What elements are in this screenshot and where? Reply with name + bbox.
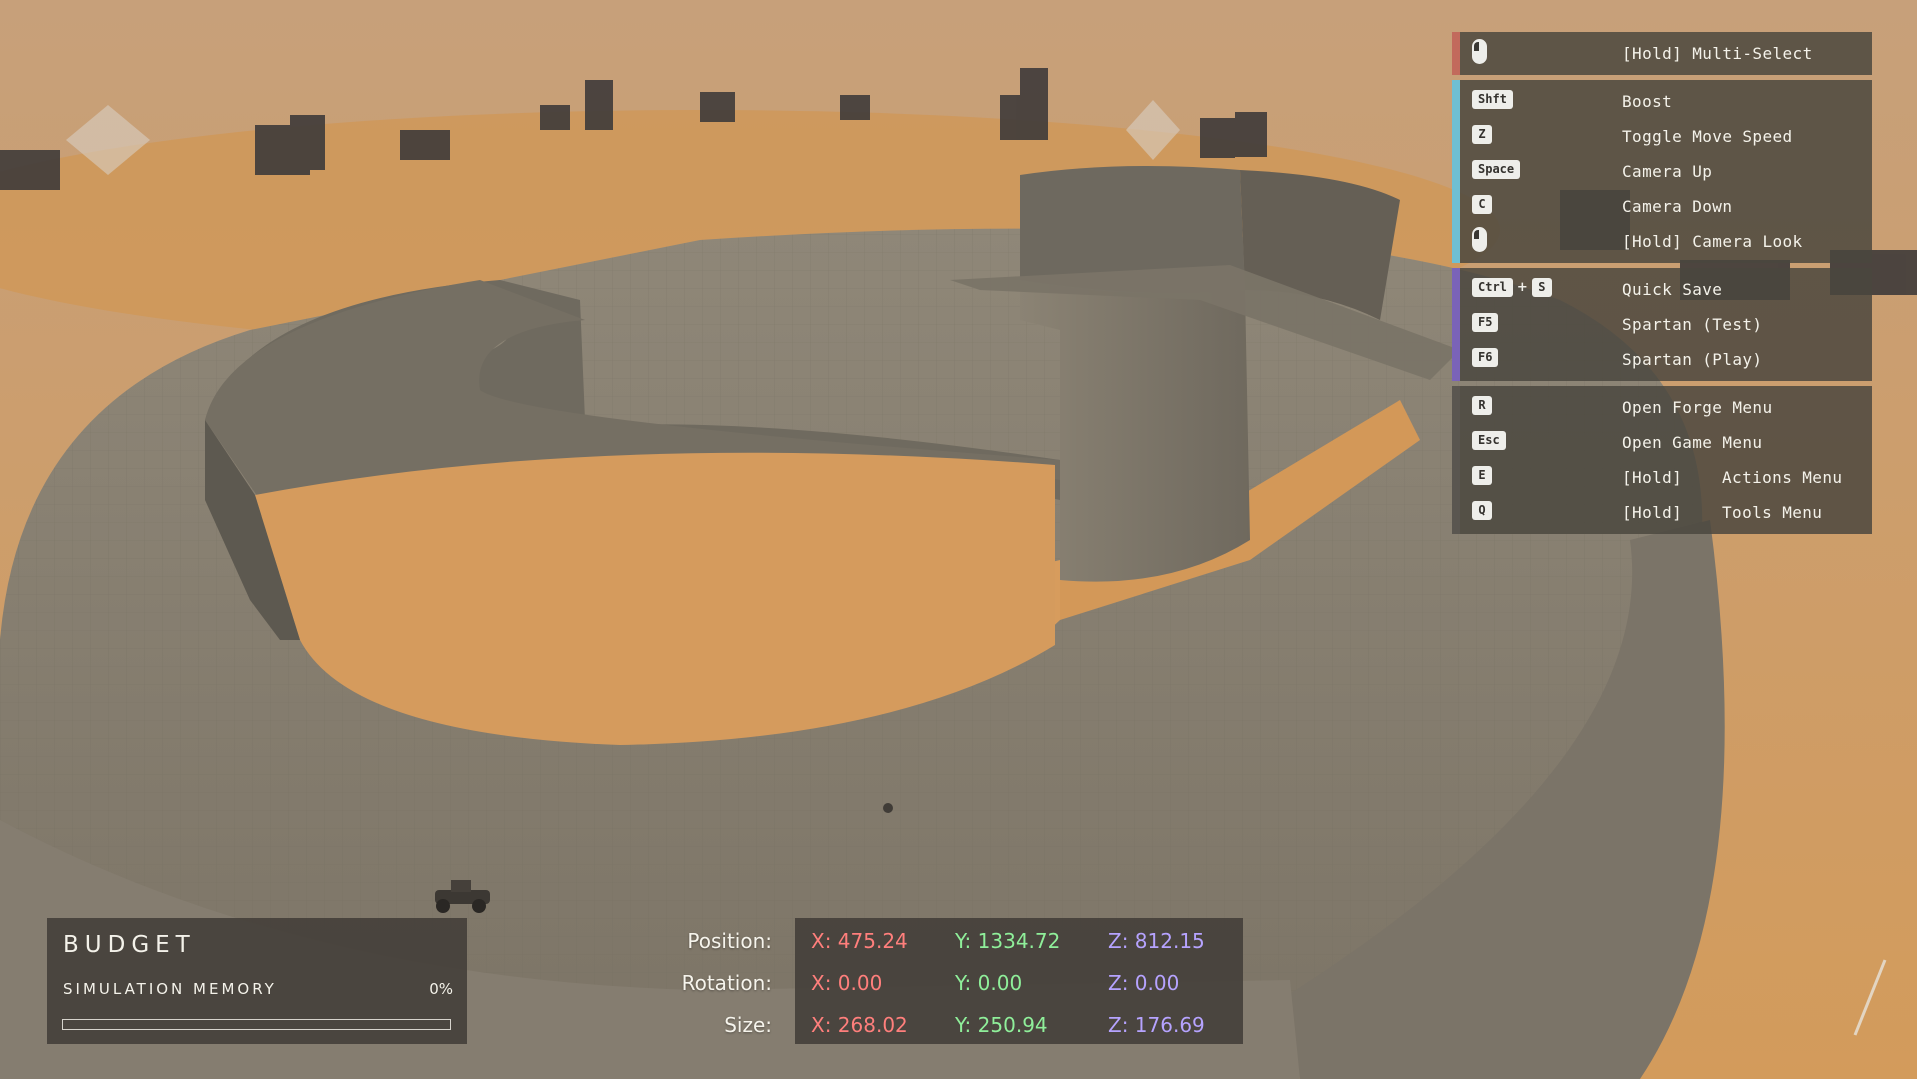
keybinding-action-label: [Hold] xyxy=(1622,468,1683,487)
keybinding-action-label: [Hold] xyxy=(1622,503,1683,522)
keybinding-row: Q [Hold] Tools Menu xyxy=(1452,495,1872,530)
rotation-x: X: 0.00 xyxy=(811,971,883,995)
key-combo xyxy=(1472,39,1487,64)
keybinding-row: F5 Spartan (Test) xyxy=(1452,307,1872,342)
keybinding-hints-panel: [Hold] Multi-Select Shft Boost Z Toggle Move… xyxy=(1452,32,1872,539)
size-y: Y: 250.94 xyxy=(955,1013,1048,1037)
position-y: Y: 1334.72 xyxy=(955,929,1061,953)
key-combo: Shft xyxy=(1472,90,1513,109)
keybinding-group: Shft Boost Z Toggle Move Speed Space Camera U… xyxy=(1452,80,1872,263)
keybinding-row: Z Toggle Move Speed xyxy=(1452,119,1872,154)
spartan-marker-icon xyxy=(883,803,893,813)
key-cap: Space xyxy=(1472,160,1521,179)
keybinding-group: [Hold] Multi-Select xyxy=(1452,32,1872,75)
keybinding-action-label: [Hold] Multi-Select xyxy=(1622,44,1813,63)
position-x: X: 475.24 xyxy=(811,929,908,953)
mouse-icon xyxy=(1472,39,1487,64)
keybinding-row: E [Hold] Actions Menu xyxy=(1452,460,1872,495)
transform-readout: X: 475.24 Y: 1334.72 Z: 812.15 X: 0.00 Y… xyxy=(795,918,1243,1044)
size-label: Size: xyxy=(724,1013,772,1037)
key-cap: F5 xyxy=(1472,313,1499,332)
key-combo: Space xyxy=(1472,160,1521,179)
key-cap: Ctrl xyxy=(1472,278,1513,297)
keybinding-row: Space Camera Up xyxy=(1452,154,1872,189)
key-combo: C xyxy=(1472,195,1492,214)
key-cap: S xyxy=(1531,278,1552,297)
keybinding-row: [Hold] Multi-Select xyxy=(1452,36,1872,71)
keybinding-action-label: Spartan (Test) xyxy=(1622,315,1763,334)
key-cap: Shft xyxy=(1472,90,1513,109)
simulation-memory-bar xyxy=(62,1019,451,1030)
keybinding-action-label: Quick Save xyxy=(1622,280,1723,299)
keybinding-action-label-secondary: Tools Menu xyxy=(1722,503,1823,522)
size-z: Z: 176.69 xyxy=(1108,1013,1205,1037)
simulation-memory-percent: 0% xyxy=(429,980,453,998)
keybinding-action-label: Toggle Move Speed xyxy=(1622,127,1793,146)
key-combo: Esc xyxy=(1472,431,1506,450)
position-label: Position: xyxy=(687,929,772,953)
key-combo: R xyxy=(1472,396,1492,415)
keybinding-action-label: Camera Up xyxy=(1622,162,1713,181)
keybinding-row: [Hold] Camera Look xyxy=(1452,224,1872,259)
key-cap: Esc xyxy=(1472,431,1506,450)
keybinding-group: R Open Forge Menu Esc Open Game Menu E [Hold]… xyxy=(1452,386,1872,534)
rotation-z: Z: 0.00 xyxy=(1108,971,1180,995)
simulation-memory-label: SIMULATION MEMORY xyxy=(63,980,277,998)
size-x: X: 268.02 xyxy=(811,1013,908,1037)
key-cap: F6 xyxy=(1472,348,1499,367)
keybinding-row: Esc Open Game Menu xyxy=(1452,425,1872,460)
keybinding-group: Ctrl + S Quick Save F5 Spartan (Test) F6 Sparta… xyxy=(1452,268,1872,381)
key-cap: Z xyxy=(1472,125,1492,144)
key-combo: Ctrl + S xyxy=(1472,278,1552,297)
key-cap: C xyxy=(1472,195,1492,214)
keybinding-row: Shft Boost xyxy=(1452,84,1872,119)
key-cap: E xyxy=(1472,466,1492,485)
keybinding-action-label: Camera Down xyxy=(1622,197,1733,216)
budget-panel: BUDGET SIMULATION MEMORY 0% xyxy=(47,918,467,1044)
transform-labels: Position: Rotation: Size: xyxy=(640,918,772,1044)
keybinding-action-label: Open Game Menu xyxy=(1622,433,1763,452)
rotation-label: Rotation: xyxy=(681,971,772,995)
key-combo xyxy=(1472,227,1487,252)
keybinding-row: Ctrl + S Quick Save xyxy=(1452,272,1872,307)
key-plus-icon: + xyxy=(1516,280,1528,295)
keybinding-action-label: Open Forge Menu xyxy=(1622,398,1773,417)
keybinding-action-label-secondary: Actions Menu xyxy=(1722,468,1843,487)
key-cap: R xyxy=(1472,396,1492,415)
keybinding-row: F6 Spartan (Play) xyxy=(1452,342,1872,377)
key-combo: F5 xyxy=(1472,313,1499,332)
budget-title: BUDGET xyxy=(63,932,196,958)
key-cap: Q xyxy=(1472,501,1492,520)
keybinding-action-label: Spartan (Play) xyxy=(1622,350,1763,369)
key-combo: Q xyxy=(1472,501,1492,520)
rotation-y: Y: 0.00 xyxy=(955,971,1023,995)
key-combo: E xyxy=(1472,466,1492,485)
position-z: Z: 812.15 xyxy=(1108,929,1205,953)
keybinding-action-label: Boost xyxy=(1622,92,1673,111)
key-combo: Z xyxy=(1472,125,1492,144)
key-combo: F6 xyxy=(1472,348,1499,367)
keybinding-row: R Open Forge Menu xyxy=(1452,390,1872,425)
keybinding-row: C Camera Down xyxy=(1452,189,1872,224)
keybinding-action-label: [Hold] Camera Look xyxy=(1622,232,1803,251)
mouse-icon xyxy=(1472,227,1487,252)
